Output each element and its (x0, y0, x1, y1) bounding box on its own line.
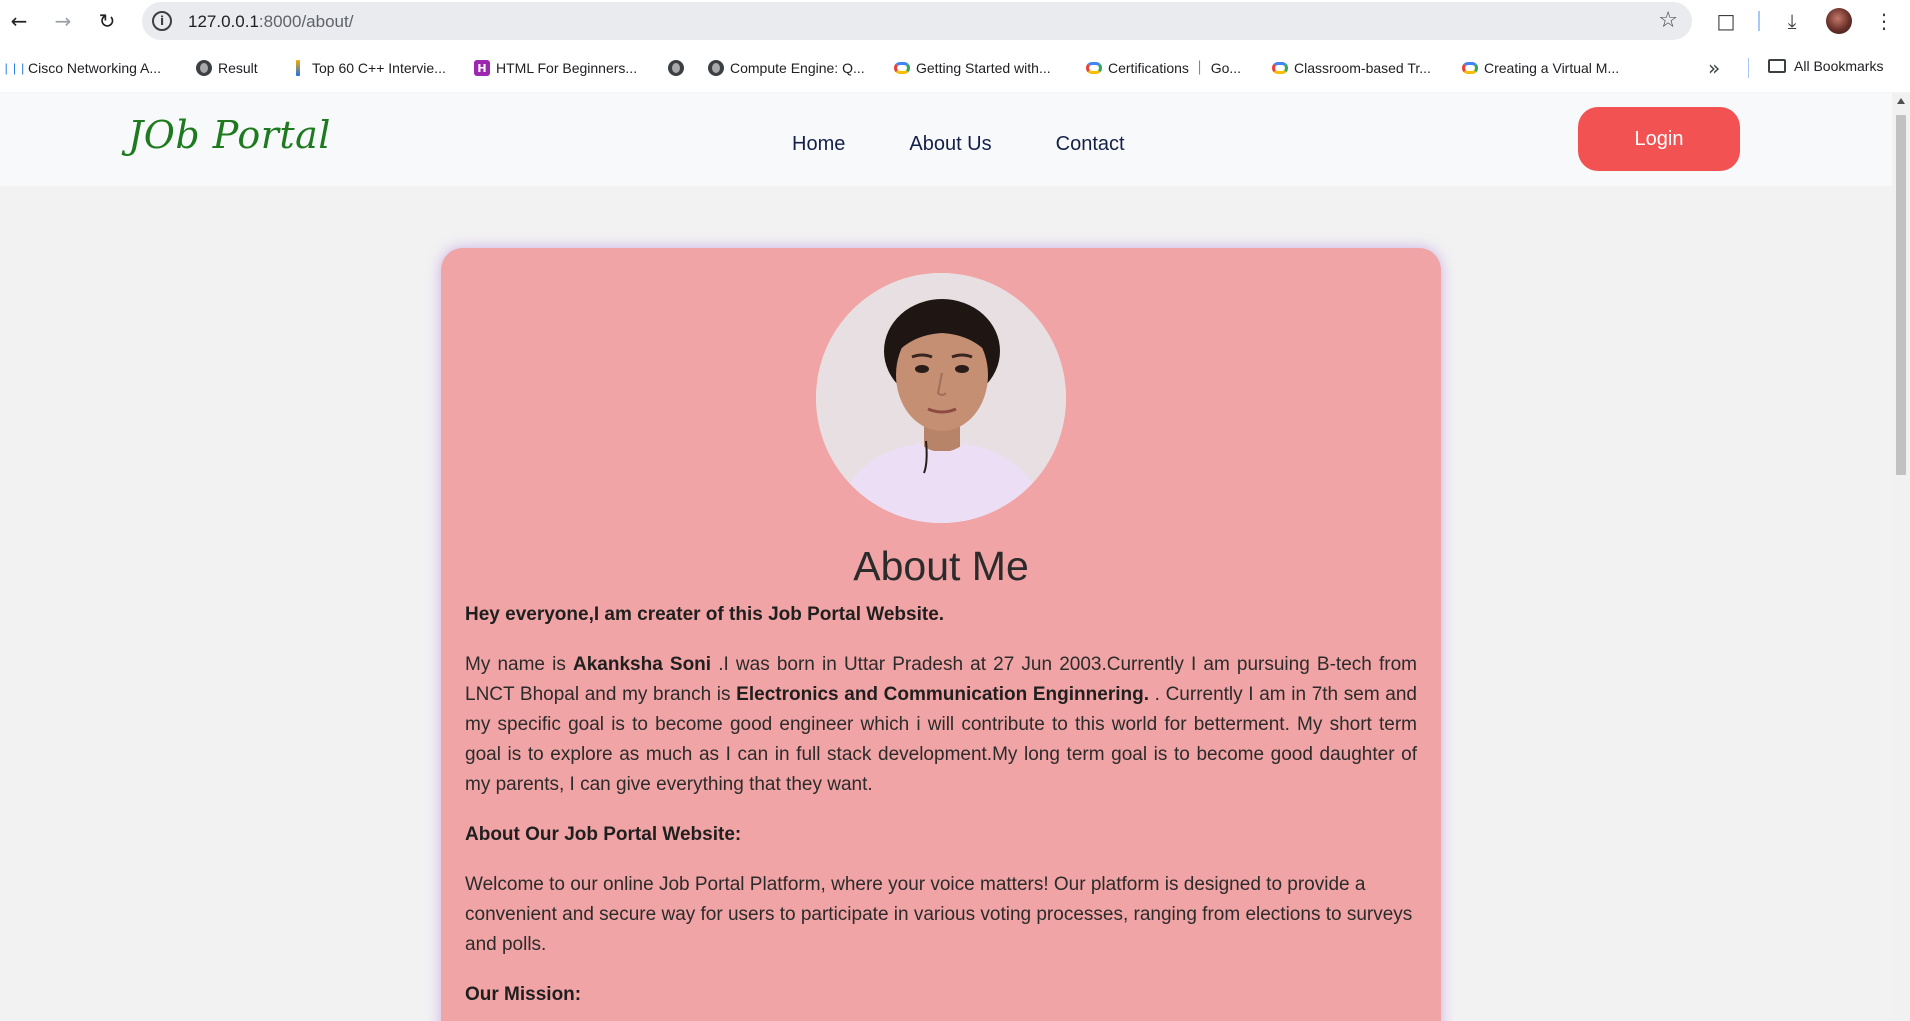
cloud-icon (894, 60, 910, 76)
bookmark-label: Cisco Networking A... (28, 60, 162, 76)
bio-text-a: My name is (465, 654, 573, 675)
bookmark-item[interactable]: Classroom-based Tr... (1272, 58, 1431, 78)
website-heading: About Our Job Portal Website: (465, 824, 742, 845)
globe-icon (196, 60, 212, 76)
nav-about-link[interactable]: About Us (909, 133, 991, 156)
bookmark-item[interactable]: Certifications ｜ Go... (1086, 58, 1241, 78)
scroll-up-arrow-icon[interactable] (1897, 98, 1905, 104)
globe-icon (708, 60, 724, 76)
profile-avatar-icon[interactable] (1826, 8, 1852, 34)
about-card: About Me Hey everyone,I am creater of th… (441, 248, 1441, 1021)
scroll-thumb[interactable] (1896, 115, 1906, 475)
profile-photo-illustration (816, 273, 1066, 523)
nav-contact-link[interactable]: Contact (1056, 133, 1125, 156)
bio-paragraph: My name is Akanksha Soni .I was born in … (465, 650, 1417, 800)
all-bookmarks-button[interactable]: All Bookmarks (1768, 58, 1883, 74)
mission-heading: Our Mission: (465, 984, 582, 1005)
website-description: Welcome to our online Job Portal Platfor… (465, 874, 1413, 955)
bookmarks-divider (1748, 58, 1749, 78)
h-icon: H (474, 60, 490, 76)
more-bookmarks-chevron-icon[interactable]: » (1708, 56, 1720, 80)
browser-chrome: ← → ↻ i 127.0.0.1:8000/about/ ☆ □ ⤓ ⋮ ❘❘… (0, 0, 1910, 92)
browser-toolbar: ← → ↻ i 127.0.0.1:8000/about/ ☆ □ ⤓ ⋮ (0, 0, 1910, 42)
site-logo[interactable]: JOb Portal (128, 113, 331, 157)
about-title: About Me (853, 543, 1029, 589)
page-scrollbar[interactable] (1892, 93, 1910, 1021)
site-header: JOb Portal Home About Us Contact Login (0, 93, 1892, 186)
url-host: 127.0.0.1 (188, 12, 259, 31)
forward-arrow-icon[interactable]: → (50, 8, 76, 34)
folder-icon (1768, 59, 1786, 73)
bookmark-label: HTML For Beginners... (496, 60, 638, 76)
reload-icon[interactable]: ↻ (94, 8, 120, 34)
bar-icon (290, 60, 306, 76)
bookmark-item[interactable]: Result (196, 58, 258, 78)
author-name: Akanksha Soni (573, 654, 712, 675)
intro-text: Hey everyone,I am creater of this Job Po… (465, 604, 945, 625)
globe-icon (668, 60, 684, 76)
site-info-icon[interactable]: i (152, 11, 172, 31)
url-text[interactable]: 127.0.0.1:8000/about/ (188, 12, 353, 32)
bookmark-label: Getting Started with... (916, 60, 1051, 76)
download-icon[interactable]: ⤓ (1778, 8, 1806, 34)
all-bookmarks-label: All Bookmarks (1794, 58, 1884, 74)
bookmark-item[interactable]: Getting Started with... (894, 58, 1051, 78)
cloud-icon (1462, 60, 1478, 76)
site-nav: Home About Us Contact (792, 133, 1125, 156)
bookmark-item[interactable]: Compute Engine: Q... (708, 58, 865, 78)
bookmark-label: Classroom-based Tr... (1294, 60, 1431, 76)
cloud-icon (1272, 60, 1288, 76)
back-arrow-icon[interactable]: ← (6, 8, 32, 34)
nav-home-link[interactable]: Home (792, 133, 845, 156)
bookmark-item[interactable]: Creating a Virtual M... (1462, 58, 1619, 78)
cloud-icon (1086, 60, 1102, 76)
login-button[interactable]: Login (1578, 107, 1740, 171)
menu-kebab-icon[interactable]: ⋮ (1870, 8, 1898, 34)
address-bar[interactable]: i 127.0.0.1:8000/about/ ☆ (142, 2, 1692, 40)
bookmark-item[interactable]: ❘❘❘ Cisco Networking A... (1, 58, 162, 78)
bookmark-label: Compute Engine: Q... (730, 60, 865, 76)
bookmark-item[interactable]: H HTML For Beginners... (474, 58, 637, 78)
bookmark-item[interactable] (668, 58, 684, 78)
bookmark-label: Certifications ｜ Go... (1108, 60, 1242, 76)
profile-photo (816, 273, 1066, 523)
extensions-icon[interactable]: □ (1712, 8, 1740, 34)
bookmark-label: Result (218, 60, 258, 76)
bookmarks-bar: ❘❘❘ Cisco Networking A... Result Top 60 C… (0, 50, 1910, 86)
about-body: Hey everyone,I am creater of this Job Po… (465, 600, 1417, 1021)
bookmark-label: Creating a Virtual M... (1484, 60, 1620, 76)
url-path: :8000/about/ (258, 12, 354, 31)
branch-name: Electronics and Communication Enginnerin… (736, 684, 1149, 705)
bookmark-item[interactable]: Top 60 C++ Intervie... (290, 58, 446, 78)
bookmark-label: Top 60 C++ Intervie... (312, 60, 446, 76)
page-viewport: JOb Portal Home About Us Contact Login A… (0, 93, 1892, 1021)
bookmark-star-icon[interactable]: ☆ (1658, 8, 1678, 33)
cisco-icon: ❘❘❘ (1, 61, 28, 75)
toolbar-divider (1758, 11, 1760, 31)
